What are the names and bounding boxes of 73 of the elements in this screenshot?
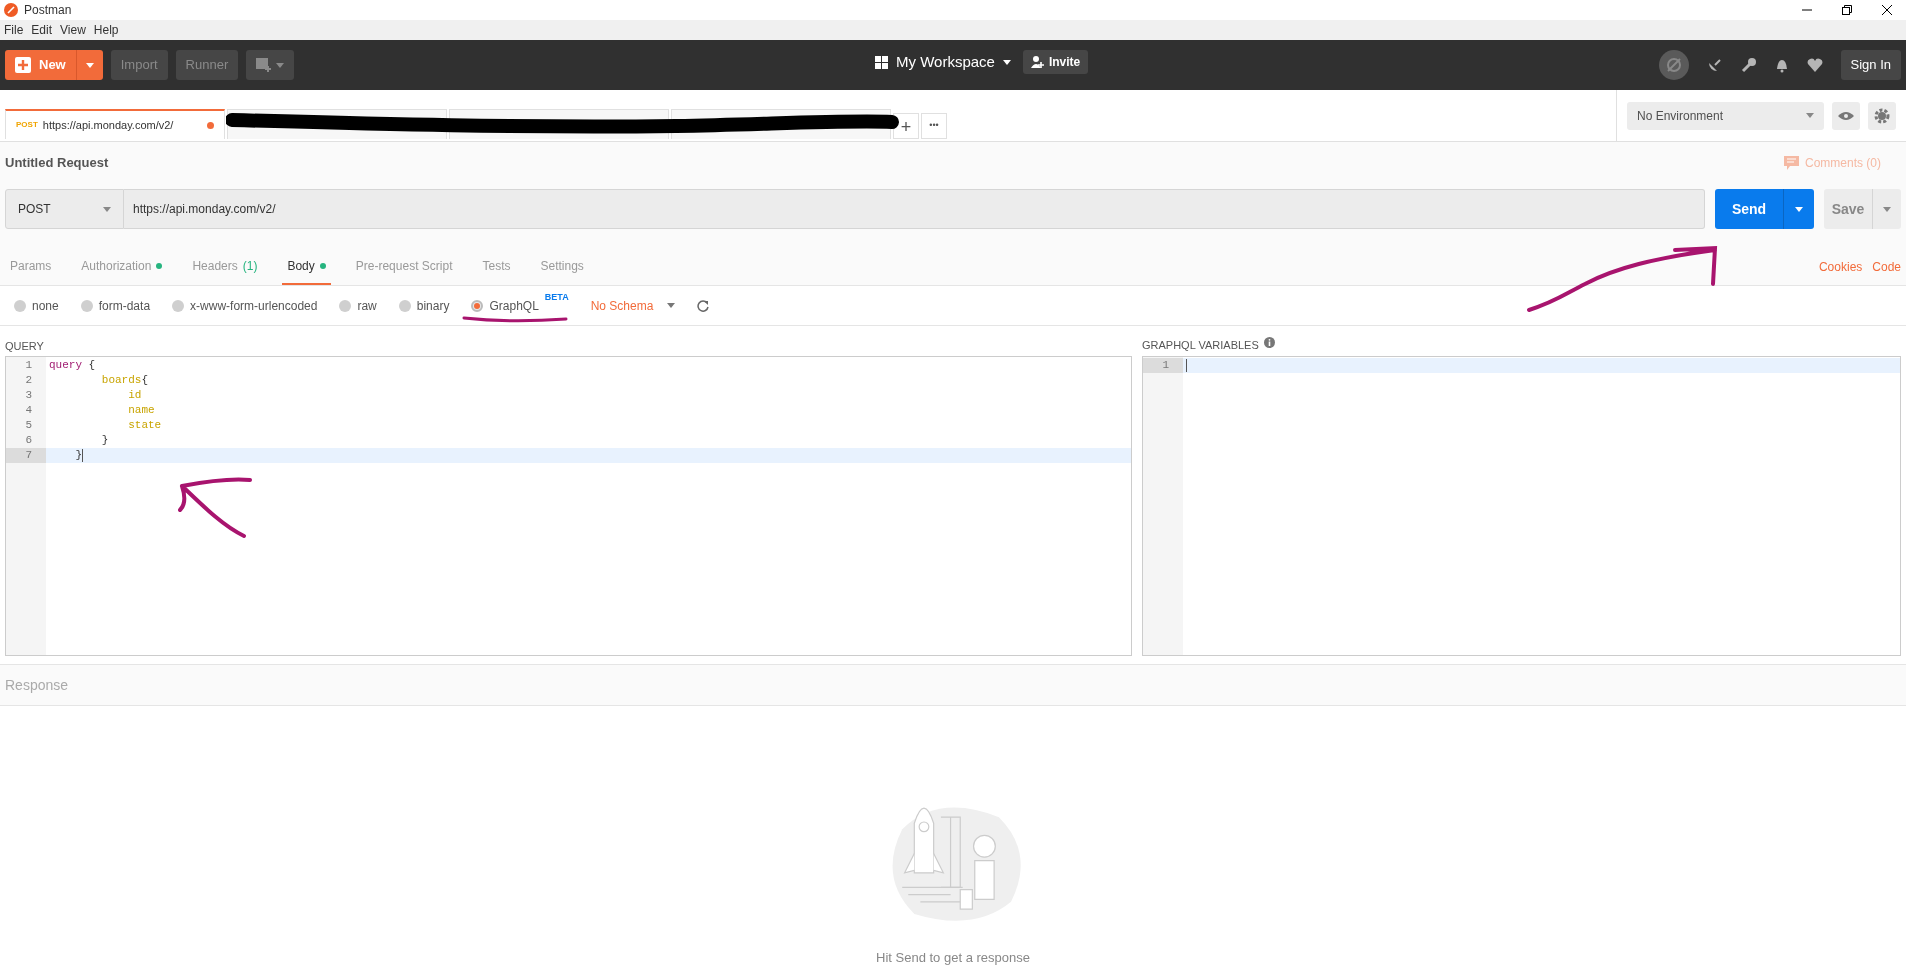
comment-icon	[1784, 156, 1799, 170]
app-logo-icon	[4, 3, 18, 17]
info-icon	[1263, 337, 1275, 348]
url-field[interactable]: https://api.monday.com/v2/	[124, 189, 1705, 229]
request-tab[interactable]: POST https://api.monday.com/v2/	[5, 109, 225, 139]
menu-item[interactable]: File	[0, 21, 28, 39]
code-editor[interactable]: 1 query { 2 boards{ 3 id 4 name 5 state 6 } 7 }	[5, 356, 1132, 656]
caret-icon	[103, 206, 111, 212]
close-icon[interactable]	[1882, 5, 1892, 15]
code-line: state	[127, 418, 162, 433]
line-number: 7	[6, 448, 46, 463]
code-line: }	[100, 433, 109, 448]
line-number: 2	[24, 373, 33, 388]
body-type-radio[interactable]: binary	[398, 296, 450, 315]
environment-dropdown[interactable]: No Environment	[1627, 101, 1825, 130]
section-label: QUERY	[5, 339, 45, 354]
caret-icon	[667, 303, 676, 308]
response-hint: Hit Send to get a response	[876, 948, 1030, 967]
wrench-icon[interactable]	[1740, 57, 1757, 73]
caret-icon	[1795, 206, 1803, 212]
satellite-icon[interactable]	[1706, 57, 1723, 73]
line-number: 1	[1143, 358, 1183, 373]
restore-icon[interactable]	[1842, 5, 1852, 15]
caret-icon	[276, 62, 285, 68]
window-plus-icon	[256, 58, 273, 72]
caret-icon	[85, 62, 94, 68]
code-line: name	[127, 403, 155, 418]
plus-icon	[15, 57, 31, 73]
body-type-radio[interactable]: raw	[339, 296, 377, 315]
caret-icon	[1806, 113, 1815, 118]
body-type-radio[interactable]: x-www-form-urlencoded	[172, 296, 318, 315]
refresh-icon[interactable]	[697, 299, 710, 312]
body-type-radio[interactable]: none	[14, 296, 59, 315]
workspace-selector[interactable]: My Workspace	[875, 50, 1011, 74]
menu-item[interactable]: Edit	[27, 21, 57, 39]
eye-button[interactable]	[1832, 101, 1861, 130]
window-title: Postman	[24, 2, 72, 19]
line-number: 3	[24, 388, 33, 403]
menu-item[interactable]: Help	[89, 21, 123, 39]
line-number: 6	[24, 433, 33, 448]
section-label: GRAPHQL VARIABLES	[1142, 338, 1259, 353]
menu-item[interactable]: View	[56, 21, 90, 39]
new-window-button[interactable]	[246, 50, 295, 80]
body-type-radio[interactable]: form-data	[80, 296, 151, 315]
caret-icon	[1002, 59, 1011, 65]
code-line: boards{	[100, 373, 149, 388]
add-user-icon	[1030, 56, 1044, 68]
more-tabs-button[interactable]: •••	[921, 113, 947, 139]
option-tab[interactable]: Body	[282, 249, 331, 285]
send-button[interactable]: Send	[1715, 189, 1814, 229]
invite-button[interactable]: Invite	[1022, 50, 1089, 74]
code-line: query {	[48, 358, 96, 373]
code-editor[interactable]: 1	[1142, 356, 1901, 656]
bell-icon[interactable]	[1774, 57, 1789, 73]
caret-icon	[1883, 206, 1891, 212]
heart-icon[interactable]	[1806, 58, 1823, 72]
eye-icon	[1838, 110, 1855, 121]
settings-icon	[1874, 107, 1890, 124]
settings-button[interactable]	[1868, 101, 1896, 130]
line-number: 4	[24, 403, 33, 418]
new-tab-button[interactable]: +	[893, 113, 919, 139]
response-title: Response	[5, 675, 69, 695]
method-dropdown[interactable]: POST	[5, 189, 124, 229]
code-line: }	[74, 448, 83, 463]
code-line	[1183, 358, 1187, 373]
sign-in-button[interactable]: Sign In	[1840, 50, 1901, 80]
sync-off-icon[interactable]	[1658, 50, 1689, 80]
line-number: 5	[24, 418, 33, 433]
line-number: 1	[24, 358, 33, 373]
code-line: id	[127, 388, 142, 403]
body-type-radio[interactable]: GraphQL $^{BETA}$	[471, 296, 569, 315]
request-name: Untitled Request	[5, 154, 109, 173]
grid-icon	[875, 55, 888, 69]
